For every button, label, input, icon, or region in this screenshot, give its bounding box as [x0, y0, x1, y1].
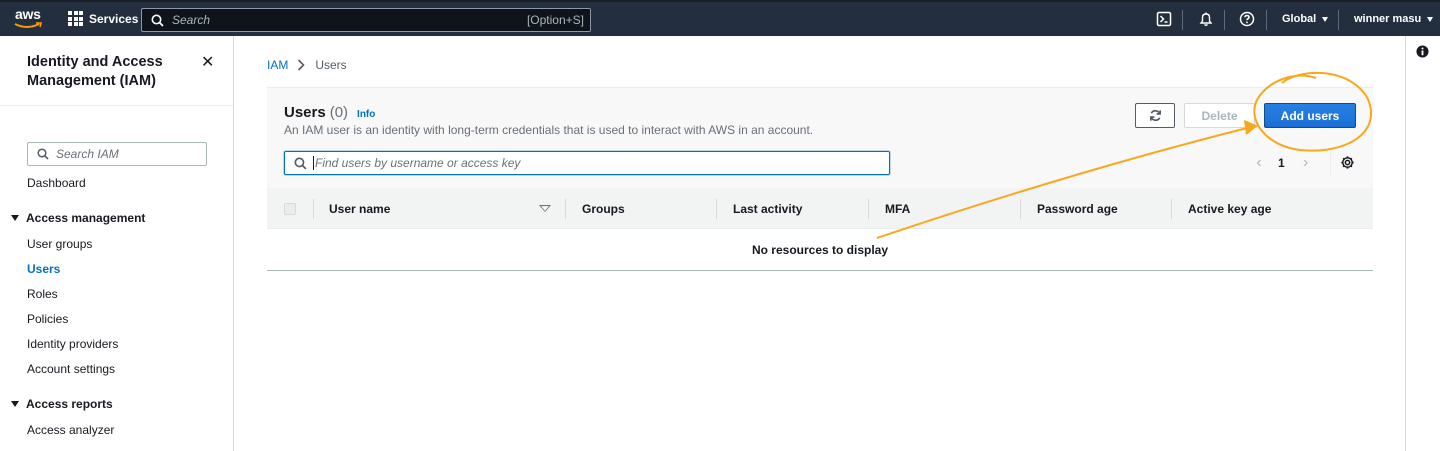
sidebar-item-access-analyzer[interactable]: Access analyzer [27, 423, 114, 437]
column-divider [716, 199, 717, 219]
sidebar-item-account-settings[interactable]: Account settings [27, 362, 115, 376]
sidebar-item-user-groups[interactable]: User groups [27, 237, 92, 251]
caret-down-icon [1427, 16, 1434, 22]
column-header-mfa[interactable]: MFA [885, 202, 910, 216]
column-header-password-age[interactable]: Password age [1037, 202, 1118, 216]
sidebar-item-identity-providers[interactable]: Identity providers [27, 337, 118, 351]
add-users-button[interactable]: Add users [1264, 103, 1356, 128]
sidebar-search-placeholder: Search IAM [56, 147, 119, 161]
pagination: ‹ 1 › [1252, 154, 1313, 172]
sidebar-divider [0, 105, 233, 106]
section-label: Access reports [26, 397, 113, 411]
column-header-last-activity[interactable]: Last activity [733, 202, 802, 216]
panel-title: Users (0) Info [284, 104, 375, 121]
page-number[interactable]: 1 [1278, 156, 1285, 170]
pager-divider [1330, 151, 1331, 175]
grid-icon [68, 11, 83, 26]
nav-divider [1266, 10, 1267, 30]
sidebar-item-users[interactable]: Users [27, 262, 60, 276]
sidebar-item-dashboard[interactable]: Dashboard [27, 176, 86, 190]
info-link[interactable]: Info [357, 109, 375, 120]
collapse-triangle-icon [11, 215, 19, 221]
users-table-panel: Users (0) Info An IAM user is an identit… [267, 87, 1373, 271]
text-cursor [313, 156, 314, 170]
column-divider [1020, 199, 1021, 219]
delete-button[interactable]: Delete [1184, 103, 1255, 128]
column-divider [1171, 199, 1172, 219]
users-search-input[interactable]: Find users by username or access key [284, 151, 890, 175]
aws-logo[interactable]: aws [14, 6, 44, 32]
select-all-checkbox[interactable] [284, 203, 296, 215]
account-name: winner masu [1354, 13, 1422, 25]
sidebar-item-policies[interactable]: Policies [27, 312, 68, 326]
caret-down-icon [1322, 16, 1329, 22]
table-header: User name Groups Last activity MFA Passw… [267, 188, 1373, 229]
region-selector[interactable]: Global [1282, 13, 1329, 25]
sidebar-item-roles[interactable]: Roles [27, 287, 58, 301]
nav-divider [1338, 10, 1339, 30]
global-search-input[interactable]: Search [Option+S] [141, 8, 591, 32]
search-icon [294, 156, 307, 170]
search-icon [37, 148, 49, 160]
refresh-button[interactable] [1135, 103, 1175, 128]
users-heading: Users [284, 104, 326, 121]
help-panel-divider [1405, 36, 1406, 451]
breadcrumb-iam-link[interactable]: IAM [267, 58, 288, 72]
column-divider [565, 199, 566, 219]
services-menu[interactable]: Services [68, 11, 138, 26]
bell-icon[interactable] [1198, 11, 1214, 27]
gear-icon[interactable] [1340, 155, 1355, 170]
sidebar-search-input[interactable]: Search IAM [27, 142, 207, 166]
region-label: Global [1282, 13, 1317, 25]
cloudshell-icon[interactable] [1156, 11, 1172, 27]
column-header-user-name[interactable]: User name [329, 202, 390, 216]
refresh-icon [1149, 109, 1161, 122]
nav-divider [1224, 10, 1225, 30]
global-search-placeholder: Search [172, 13, 211, 27]
info-icon[interactable] [1416, 45, 1429, 58]
nav-divider [1182, 10, 1183, 30]
aws-smile-icon [14, 22, 43, 28]
panel-header: Users (0) Info An IAM user is an identit… [267, 88, 1373, 188]
collapse-triangle-icon [11, 401, 19, 407]
chevron-right-icon[interactable]: › [1299, 154, 1313, 172]
panel-description: An IAM user is an identity with long-ter… [284, 123, 814, 137]
section-label: Access management [26, 211, 146, 225]
empty-state-message: No resources to display [267, 229, 1373, 271]
sidebar-section-access-management[interactable]: Access management [11, 211, 145, 225]
sidebar-title: Identity and Access Management (IAM) [27, 54, 163, 89]
account-menu[interactable]: winner masu [1354, 13, 1434, 25]
top-navigation: aws Services Search [Option+S] Global wi… [0, 0, 1440, 36]
sidebar: Identity and Access Management (IAM) ✕ S… [0, 36, 234, 451]
services-label: Services [89, 11, 139, 26]
breadcrumb: IAM Users [267, 58, 347, 72]
breadcrumb-current: Users [315, 58, 347, 72]
column-header-active-key-age[interactable]: Active key age [1188, 202, 1271, 216]
column-divider [313, 199, 314, 219]
sidebar-section-access-reports[interactable]: Access reports [11, 397, 113, 411]
sort-descending-icon[interactable] [539, 205, 551, 212]
close-icon[interactable]: ✕ [201, 52, 214, 72]
users-search-placeholder: Find users by username or access key [315, 156, 521, 170]
chevron-left-icon[interactable]: ‹ [1252, 154, 1266, 172]
search-icon [151, 14, 164, 27]
column-header-groups[interactable]: Groups [582, 202, 625, 216]
help-icon[interactable] [1239, 11, 1255, 27]
column-divider [868, 199, 869, 219]
search-shortcut-hint: [Option+S] [526, 13, 584, 27]
chevron-right-icon [298, 59, 305, 71]
aws-logo-text: aws [15, 6, 41, 22]
users-count: (0) [329, 104, 349, 121]
